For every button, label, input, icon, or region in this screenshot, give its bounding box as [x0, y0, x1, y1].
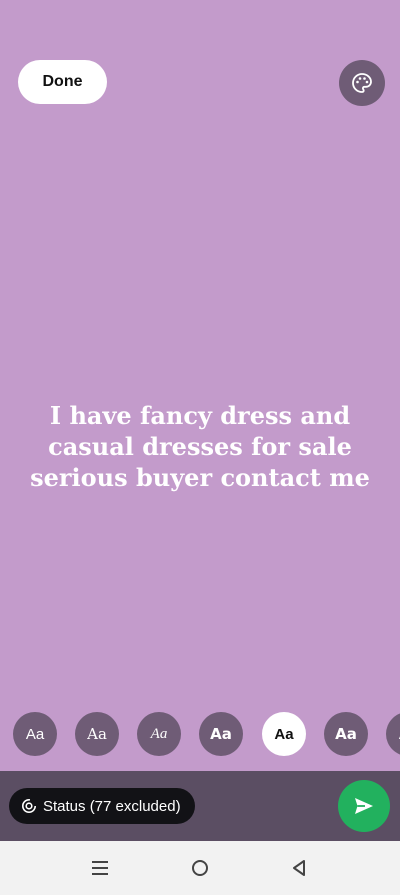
send-icon [355, 798, 373, 814]
bottom-bar: Status (77 excluded) [0, 771, 400, 841]
font-option-heavy[interactable]: Aa [324, 712, 368, 756]
home-icon [192, 860, 208, 876]
font-option-partial[interactable]: Aa [386, 712, 400, 756]
font-option-serif[interactable]: Aa [75, 712, 119, 756]
status-text[interactable]: I have fancy dress and casual dresses fo… [20, 400, 380, 493]
status-privacy-icon [22, 799, 36, 813]
status-text-line: serious buyer contact me [30, 463, 370, 492]
font-option-sans[interactable]: Aa [13, 712, 57, 756]
status-canvas[interactable]: Done I have fancy dress and casual dress… [0, 0, 400, 771]
done-button[interactable]: Done [18, 60, 107, 104]
home-button[interactable] [186, 854, 214, 882]
status-text-line: casual dresses for sale [48, 432, 352, 461]
font-option-bold-selected[interactable]: Aa [262, 712, 306, 756]
status-audience-label: Status (77 excluded) [43, 797, 181, 815]
recents-icon [92, 861, 108, 875]
send-button[interactable] [338, 780, 390, 832]
back-button[interactable] [285, 854, 313, 882]
palette-icon [352, 73, 372, 93]
status-audience-button[interactable]: Status (77 excluded) [9, 788, 195, 824]
recents-button[interactable] [86, 854, 114, 882]
back-icon [293, 860, 305, 876]
font-picker: Aa Aa Aa Aa Aa Aa Aa [0, 712, 400, 758]
color-palette-button[interactable] [339, 60, 385, 106]
status-text-line: I have fancy dress and [49, 401, 351, 430]
system-navigation-bar [0, 841, 400, 895]
font-option-rounded[interactable]: Aa [199, 712, 243, 756]
font-option-italic[interactable]: Aa [137, 712, 181, 756]
